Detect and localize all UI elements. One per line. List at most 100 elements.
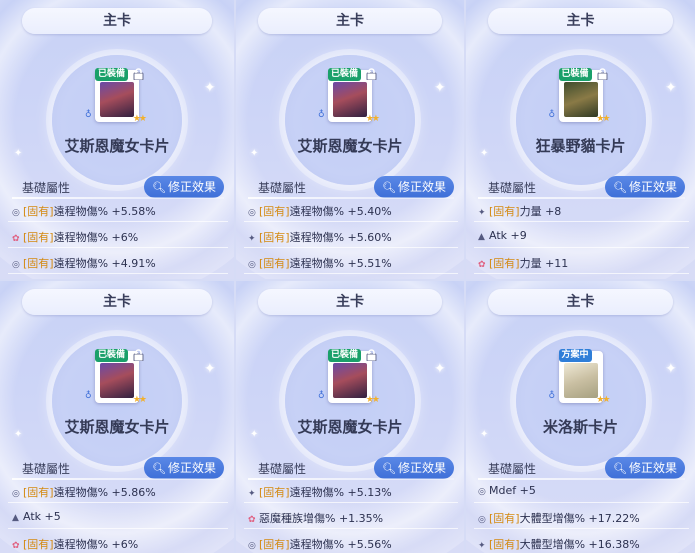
status-badge: 已裝備 [95,68,129,81]
status-badge: 已裝備 [95,349,129,362]
divider [474,221,689,222]
fixed-tag: [固有] [489,538,520,551]
card-thumbnail[interactable]: 方案中 ★★ [558,349,611,405]
star-icon: ✦ [478,208,486,218]
card-panel: ✦ ✦ 主卡 已裝備 ★★ ♁ 艾斯恩魔女卡片 基礎屬性 🔍︎ 修正效果 ✦ [固有… [236,281,464,553]
section-label: 基礎屬性 [22,181,71,195]
medal-icon: ♁ [548,391,556,401]
attribute-text: Atk +5 [23,510,61,523]
flower-icon: ✿ [478,260,486,270]
triangle-icon: ▲ [478,232,485,242]
modify-effect-button[interactable]: 🔍︎ 修正效果 [374,176,454,198]
attribute-text: 遠程物傷% +4.91% [53,257,156,270]
card-thumbnail[interactable]: 已裝備 ★★ [95,68,147,124]
divider [474,528,689,529]
attribute-text: 遠程物傷% +5.60% [289,231,392,244]
triangle-icon: ▲ [12,513,19,523]
divider [244,502,458,503]
divider [12,478,224,480]
divider [478,197,685,199]
panel-title: 主卡 [258,8,442,34]
card-art [563,82,598,117]
card-thumbnail[interactable]: 已裝備 ★★ [558,68,611,124]
sparkle-icon: ✦ [204,361,216,377]
panel-title: 主卡 [488,8,673,34]
divider [8,221,228,222]
card-name: 艾斯恩魔女卡片 [64,137,170,155]
medal-icon: ♁ [85,110,92,120]
attribute-row: ✿ [固有]遠程物傷% +6% [12,229,138,245]
attribute-text: 大體型增傷% +16.38% [519,538,640,551]
attribute-row: ▲ Atk +9 [478,229,527,242]
attribute-text: 遠程物傷% +5.56% [289,538,392,551]
attribute-row: ✦ [固有]遠程物傷% +5.60% [248,229,392,245]
search-icon: 🔍︎ [152,181,166,194]
attribute-row: ◎ [固有]遠程物傷% +5.51% [248,255,392,271]
card-name: 艾斯恩魔女卡片 [297,418,403,436]
modify-effect-button[interactable]: 🔍︎ 修正效果 [605,457,685,479]
modify-effect-button[interactable]: 🔍︎ 修正效果 [605,176,685,198]
card-name: 艾斯恩魔女卡片 [64,418,170,436]
fixed-tag: [固有] [259,205,290,218]
flower-icon: ✿ [12,541,20,551]
attribute-text: 遠程物傷% +6% [53,538,139,551]
circle-icon: ◎ [12,260,20,270]
modify-effect-button[interactable]: 🔍︎ 修正效果 [374,457,454,479]
flower-icon: ✿ [12,234,20,244]
attribute-text: 遠程物傷% +5.58% [53,205,156,218]
flower-icon: ✿ [248,515,256,525]
divider [12,197,224,199]
section-label: 基礎屬性 [22,462,71,476]
modify-effect-button[interactable]: 🔍︎ 修正效果 [144,457,224,479]
star-icon: ✦ [248,489,256,499]
fixed-tag: [固有] [23,538,54,551]
panel-title: 主卡 [258,289,442,315]
fixed-tag: [固有] [23,257,54,270]
modify-effect-label: 修正效果 [167,180,216,194]
card-thumbnail[interactable]: 已裝備 ★★ [328,349,380,405]
sparkle-icon: ✦ [665,80,677,96]
attribute-text: 遠程物傷% +5.13% [289,486,392,499]
section-header: 基礎屬性 🔍︎ 修正效果 [236,176,464,199]
search-icon: 🔍︎ [382,462,396,475]
card-art [100,363,134,398]
attribute-row: ✿ 惡魔種族增傷% +1.35% [248,510,383,526]
lock-icon [366,349,377,361]
card-thumbnail[interactable]: 已裝備 ★★ [95,349,147,405]
modify-effect-label: 修正效果 [397,180,446,194]
attribute-text: Atk +9 [489,229,527,242]
divider [244,528,458,529]
modify-effect-label: 修正效果 [397,461,446,475]
section-header: 基礎屬性 🔍︎ 修正效果 [236,457,464,480]
card-panel: ✦ ✦ 主卡 已裝備 ★★ ♁ 艾斯恩魔女卡片 基礎屬性 🔍︎ 修正效果 ◎ [固有… [236,0,464,279]
section-header: 基礎屬性 🔍︎ 修正效果 [0,457,234,480]
modify-effect-button[interactable]: 🔍︎ 修正效果 [144,176,224,198]
attribute-row: ◎ [固有]遠程物傷% +4.91% [12,255,156,271]
fixed-tag: [固有] [259,231,290,244]
attribute-text: Mdef +5 [489,484,536,497]
attribute-text: 遠程物傷% +5.40% [289,205,392,218]
modify-effect-label: 修正效果 [628,461,677,475]
section-label: 基礎屬性 [488,462,537,476]
card-art [100,82,134,117]
card-thumbnail[interactable]: 已裝備 ★★ [328,68,380,124]
card-name: 艾斯恩魔女卡片 [297,137,403,155]
section-header: 基礎屬性 🔍︎ 修正效果 [466,457,695,480]
divider [244,273,458,274]
attribute-row: ✿ [固有]力量 +11 [478,255,568,271]
lock-icon [366,68,377,80]
panel-title: 主卡 [22,289,212,315]
lock-icon [133,68,144,80]
attribute-text: 遠程物傷% +6% [53,231,139,244]
card-panel: ✦ ✦ 主卡 已裝備 ★★ ♁ 狂暴野貓卡片 基礎屬性 🔍︎ 修正效果 ✦ [固有]… [466,0,695,279]
medal-icon: ♁ [318,391,325,401]
card-panel: ✦ ✦ 主卡 已裝備 ★★ ♁ 艾斯恩魔女卡片 基礎屬性 🔍︎ 修正效果 ◎ [固有… [0,0,234,279]
card-panel: ✦ ✦ 主卡 方案中 ★★ ♁ 米洛斯卡片 基礎屬性 🔍︎ 修正效果 ◎ Mdef … [466,281,695,553]
fixed-tag: [固有] [489,205,520,218]
divider [8,502,228,503]
section-label: 基礎屬性 [258,181,307,195]
search-icon: 🔍︎ [382,181,396,194]
status-badge: 已裝備 [328,349,362,362]
search-icon: 🔍︎ [613,462,627,475]
divider [248,478,454,480]
